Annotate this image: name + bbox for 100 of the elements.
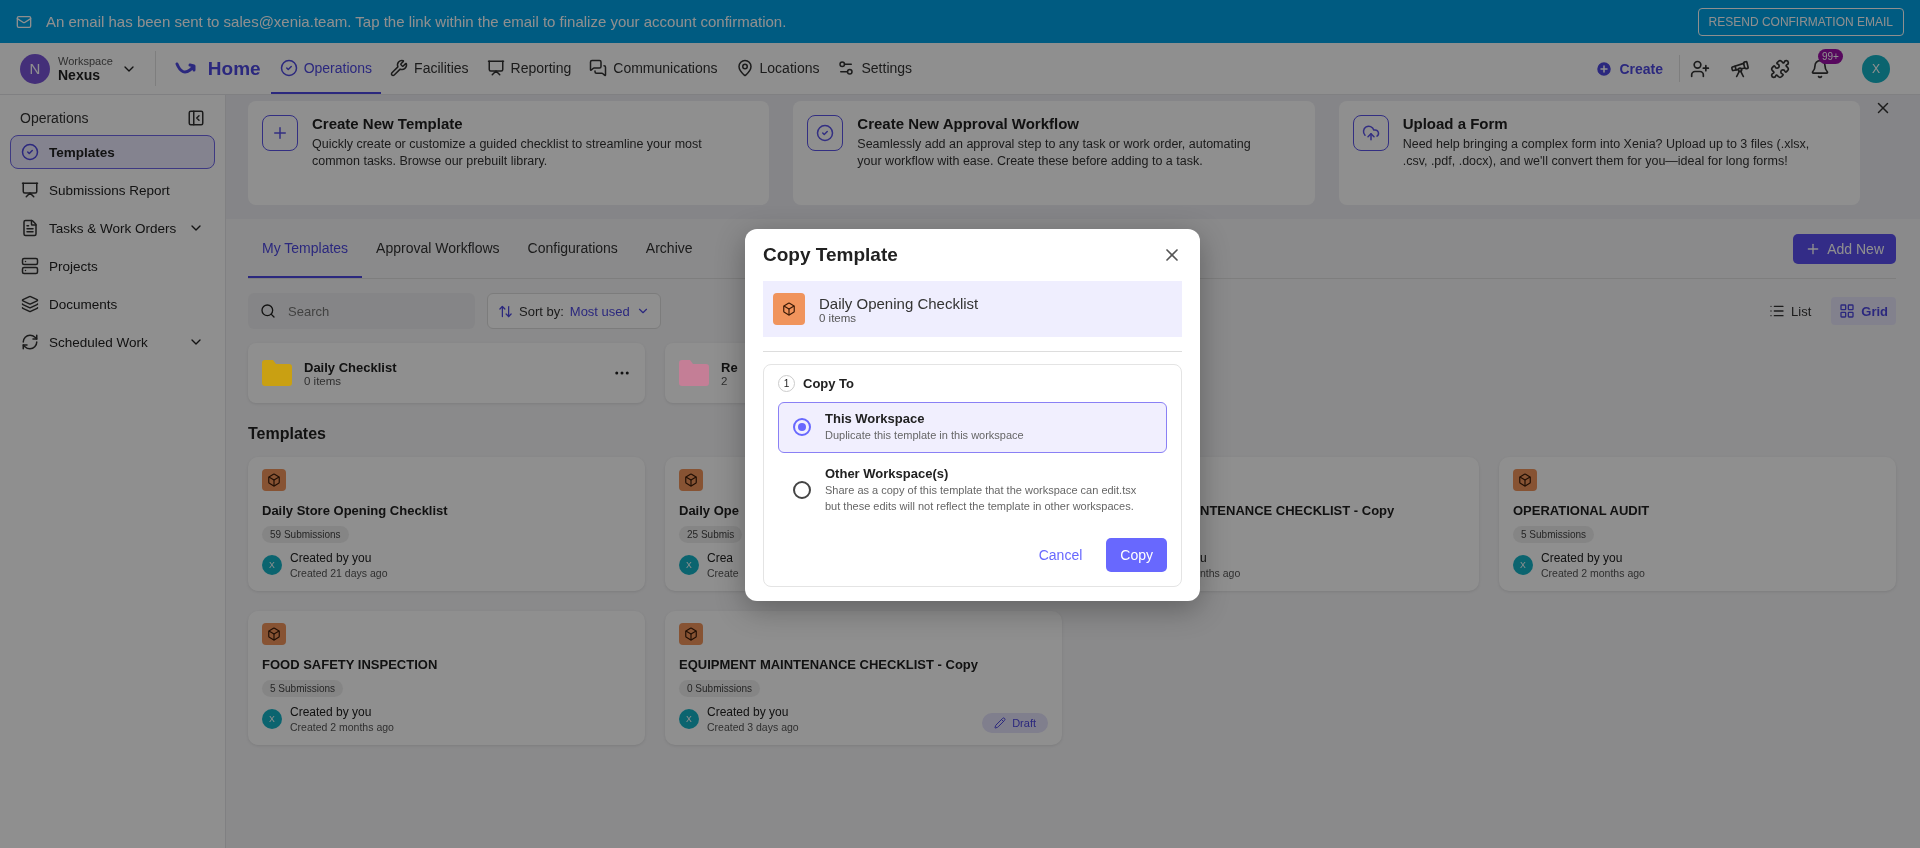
cube-icon (684, 627, 698, 641)
tab[interactable]: My Templates (248, 219, 363, 278)
sidebar-item[interactable]: Submissions Report (10, 173, 215, 207)
created-date: Created 2 months ago (1541, 567, 1645, 579)
submissions-badge: 5 Submissions (1513, 526, 1595, 543)
sidebar-item[interactable]: Templates (10, 135, 215, 169)
sort-icon (498, 303, 513, 319)
option-description: Duplicate this template in this workspace (825, 428, 1024, 443)
user-avatar: X (679, 709, 699, 729)
option-title: Other Workspace(s) (825, 465, 950, 481)
nav-tab[interactable]: Settings (828, 43, 922, 94)
created-date: Created 3 days ago (707, 721, 799, 733)
template-name: Daily Opening Checklist (819, 294, 979, 312)
user-avatar: X (679, 555, 699, 575)
search-field[interactable]: Search (248, 293, 475, 329)
creator-text: Created by you (290, 551, 373, 565)
layers-icon (21, 295, 39, 313)
info-text: Seamlessly add an approval step to any task or work order, automating your workflow with ease. Create these before adding to a task. (857, 136, 1252, 170)
bell-icon (1810, 58, 1830, 79)
nav-tab[interactable]: Facilities (381, 43, 478, 94)
created-date: nths ago (1200, 567, 1241, 579)
folder-count: 0 items (304, 374, 342, 387)
plus-circle-icon (1595, 59, 1614, 78)
created-date: Created 21 days ago (290, 567, 388, 579)
sidebar-item[interactable]: Tasks & Work Orders (10, 211, 215, 245)
creator-text: Created by you (1541, 551, 1624, 565)
tab[interactable]: Approval Workflows (362, 219, 514, 278)
template-title: Daily Ope (679, 503, 739, 518)
info-text: Quickly create or customize a guided checklist to streamline your most common tasks. Browse our prebuilt library. (312, 136, 703, 170)
template-title: Daily Store Opening Checklist (262, 503, 448, 518)
created-date: Created 2 months ago (290, 721, 394, 733)
folder-card[interactable]: Daily Checklist 0 items (248, 343, 645, 403)
sidebar-item[interactable]: Projects (10, 249, 215, 283)
workspace-option[interactable]: Other Workspace(s) Share as a copy of this template that the workspace can edit.tsx but these edits will not reflect the template in other workspaces. (778, 456, 1167, 524)
tab[interactable]: Archive (631, 219, 707, 278)
creator-text: Created by you (707, 705, 790, 719)
plus-icon[interactable] (262, 115, 298, 151)
radio-dot (798, 423, 806, 432)
pencil-icon (994, 717, 1007, 729)
section-heading: Templates (248, 425, 326, 443)
view-toggle[interactable]: List (1761, 297, 1820, 325)
template-title: EQUIPMENT MAINTENANCE CHECKLIST - Copy (679, 657, 978, 672)
radio-button[interactable] (793, 481, 811, 500)
nav-tab[interactable]: Reporting (477, 43, 581, 94)
search-icon (260, 303, 276, 319)
list-icon (1769, 303, 1786, 319)
create-button[interactable]: Create (1579, 55, 1680, 82)
option-title: This Workspace (825, 411, 926, 426)
grid-icon (1839, 303, 1856, 319)
cancel-button[interactable]: Cancel (1028, 537, 1093, 572)
draft-badge: Draft (982, 713, 1048, 733)
folder-name: Re (721, 359, 738, 375)
collapse-icon[interactable] (187, 109, 205, 127)
user-avatar: X (1513, 555, 1533, 575)
server-icon (21, 257, 39, 275)
workspace-name: Nexus (58, 66, 101, 83)
sliders-icon (837, 58, 856, 77)
map-pin-icon (735, 58, 754, 77)
chat-icon (589, 58, 608, 77)
workspace-label: Workspace (58, 54, 113, 67)
template-title: FOOD SAFETY INSPECTION (262, 657, 438, 672)
item-count: 0 items (819, 311, 857, 324)
copy-button[interactable]: Copy (1106, 537, 1167, 572)
check-circle-icon (21, 143, 39, 161)
created-date: Create (707, 567, 739, 579)
cube-icon (782, 302, 796, 316)
home-link[interactable]: Home (173, 43, 261, 94)
notifications-button[interactable]: 99+ (1800, 43, 1852, 94)
refresh-icon (21, 333, 39, 351)
creator-text: Crea (707, 551, 734, 565)
nav-tab[interactable]: Communications (580, 43, 727, 94)
workspace-option[interactable]: This Workspace Duplicate this template in this workspace (778, 402, 1167, 453)
check-circle-icon (279, 58, 298, 77)
presentation-icon (21, 181, 39, 199)
radio-button[interactable] (793, 418, 811, 437)
creator-text: u (1200, 551, 1208, 565)
creator-text: Created by you (290, 705, 373, 719)
wrench-icon (390, 58, 409, 77)
section-title: Copy To (803, 376, 855, 391)
document-icon (21, 219, 39, 237)
add-new-button[interactable]: Add New (1793, 233, 1896, 264)
upload-icon[interactable] (1352, 115, 1389, 151)
sort-dropdown[interactable]: Sort by: Most used (487, 293, 661, 329)
info-title: Create New Template (312, 115, 464, 132)
info-title: Create New Approval Workflow (857, 115, 1081, 132)
nav-tab[interactable]: Locations (726, 43, 829, 94)
user-avatar: X (262, 555, 282, 575)
user-avatar: X (262, 709, 282, 729)
sidebar-item[interactable]: Scheduled Work (10, 325, 215, 359)
workspace-avatar: N (20, 53, 50, 84)
sidebar-item[interactable]: Documents (10, 287, 215, 321)
view-toggle[interactable]: Grid (1831, 297, 1896, 325)
folder-icon (262, 360, 292, 386)
submissions-badge: 0 Submissions (679, 680, 761, 697)
tab[interactable]: Configurations (513, 219, 632, 278)
cube-icon (684, 473, 698, 487)
presentation-icon (486, 58, 505, 77)
dialog-title: Copy Template (763, 244, 898, 266)
puzzle-icon (1770, 58, 1790, 79)
folder-icon (679, 360, 709, 386)
